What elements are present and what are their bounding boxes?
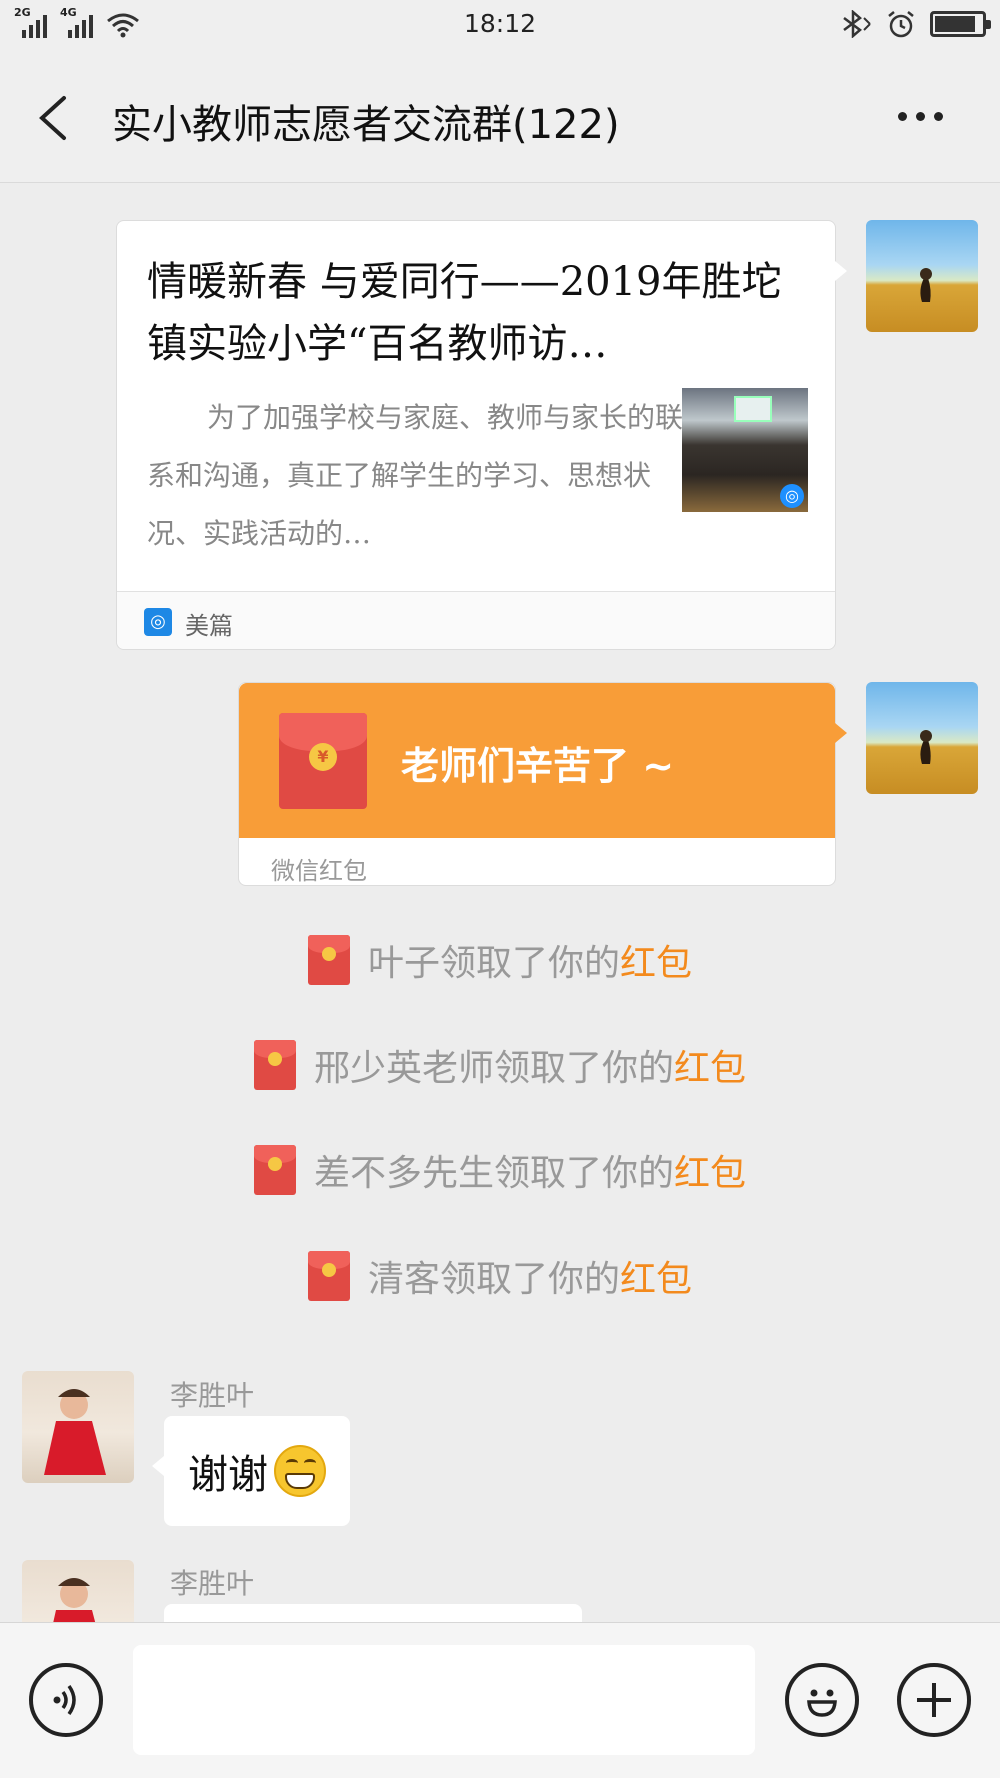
- sender-avatar[interactable]: [22, 1371, 134, 1483]
- my-avatar[interactable]: [866, 220, 978, 332]
- article-description: 为了加强学校与家庭、教师与家长的联系和沟通，真正了解学生的学习、思想状况、实践活…: [147, 401, 684, 550]
- red-envelope-icon: [307, 935, 350, 985]
- emoji-button[interactable]: [785, 1663, 859, 1737]
- article-title: 情暖新春 与爱同行——2019年胜坨镇实验小学“百名教师访…: [147, 259, 782, 367]
- battery-icon: [930, 11, 991, 37]
- voice-icon: [53, 1684, 76, 1716]
- bluetooth-icon: [843, 10, 871, 38]
- red-packet-message: 老师们辛苦了 ~: [401, 744, 675, 788]
- notice-text: 差不多先生领取了你的: [313, 1153, 674, 1194]
- plus-icon: [917, 1683, 951, 1717]
- message-bubble[interactable]: [164, 1604, 582, 1622]
- chat-area[interactable]: 情暖新春 与爱同行——2019年胜坨镇实验小学“百名教师访… 为了加强学校与家庭…: [0, 184, 1000, 1622]
- sender-name: 李胜叶: [170, 1567, 255, 1600]
- back-button[interactable]: [30, 88, 82, 148]
- more-functions-button[interactable]: [897, 1663, 971, 1737]
- notice-text: 清客领取了你的: [367, 1259, 620, 1300]
- avatar-child-icon: [53, 1578, 96, 1622]
- sender-avatar[interactable]: [22, 1560, 134, 1622]
- notice-text: 邢少英老师领取了你的: [313, 1048, 674, 1089]
- input-bar: [0, 1622, 1000, 1778]
- red-packet-card[interactable]: ¥ 老师们辛苦了 ~ 微信红包: [238, 682, 847, 886]
- chevron-left-icon: [39, 96, 66, 140]
- red-packet-link[interactable]: 红包: [674, 1153, 746, 1194]
- avatar-figure-icon: [920, 268, 932, 302]
- red-packet-banner: ¥ 老师们辛苦了 ~: [239, 683, 835, 838]
- red-envelope-icon: [253, 1040, 296, 1090]
- system-notice: 清客领取了你的红包: [0, 1250, 1000, 1310]
- red-envelope-icon: [253, 1145, 296, 1195]
- meipian-badge-icon: ◎: [780, 484, 804, 508]
- more-dots-icon: [897, 111, 907, 121]
- message-input[interactable]: [133, 1645, 755, 1755]
- voice-input-button[interactable]: [29, 1663, 103, 1737]
- article-source-bar: ◎ 美篇: [117, 591, 835, 649]
- system-notice: 邢少英老师领取了你的红包: [0, 1039, 1000, 1099]
- red-packet-link[interactable]: 红包: [674, 1048, 746, 1089]
- red-packet-link[interactable]: 红包: [620, 1259, 692, 1300]
- system-notice: 叶子领取了你的红包: [0, 934, 1000, 994]
- meipian-logo-icon: ◎: [144, 608, 172, 636]
- system-notice: 差不多先生领取了你的红包: [0, 1144, 1000, 1204]
- battery-fill: [935, 16, 976, 32]
- grin-emoji-icon: [274, 1445, 326, 1497]
- alarm-icon: [888, 11, 914, 38]
- more-options-button[interactable]: [890, 96, 950, 136]
- status-bar: 2G 4G 18:12: [0, 0, 1000, 50]
- status-right: [838, 10, 991, 38]
- red-envelope-icon: [307, 1251, 350, 1301]
- smiley-icon: [807, 1689, 837, 1717]
- message-text: 谢谢: [188, 1452, 268, 1498]
- chat-header: 实小教师志愿者交流群(122): [0, 50, 1000, 183]
- message-bubble[interactable]: 谢谢: [152, 1416, 350, 1526]
- red-packet-label: 微信红包: [271, 857, 367, 885]
- article-card[interactable]: 情暖新春 与爱同行——2019年胜坨镇实验小学“百名教师访… 为了加强学校与家庭…: [116, 220, 847, 650]
- notice-text: 叶子领取了你的: [367, 943, 620, 984]
- sender-name: 李胜叶: [170, 1379, 255, 1412]
- red-packet-link[interactable]: 红包: [620, 943, 692, 984]
- group-title: 实小教师志愿者交流群(122): [112, 102, 620, 148]
- article-thumbnail: ◎: [682, 388, 808, 512]
- red-envelope-icon: ¥: [279, 713, 367, 809]
- article-source-name: 美篇: [185, 612, 233, 640]
- my-avatar[interactable]: [866, 682, 978, 794]
- avatar-child-icon: [44, 1389, 106, 1475]
- avatar-figure-icon: [920, 730, 932, 764]
